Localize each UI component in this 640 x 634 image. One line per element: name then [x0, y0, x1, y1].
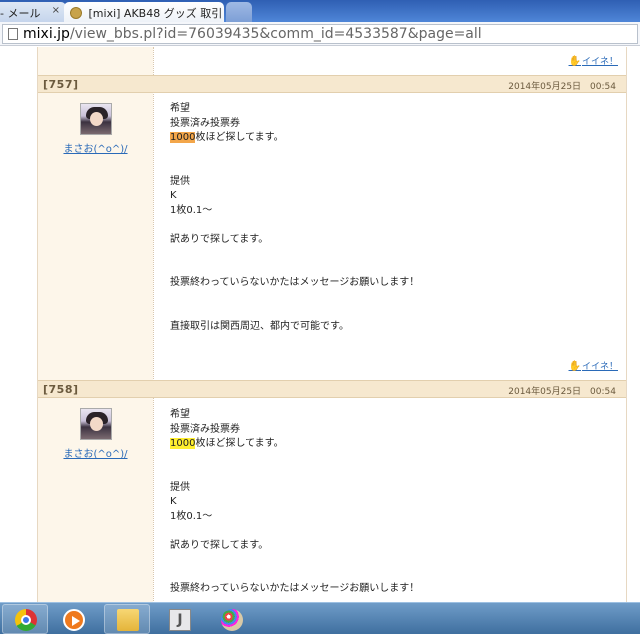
- avatar[interactable]: [80, 103, 112, 135]
- post-line: [170, 262, 610, 277]
- post-line: K: [170, 190, 177, 201]
- taskbar-j-button[interactable]: J: [156, 604, 202, 634]
- close-tab-icon[interactable]: ×: [52, 5, 60, 16]
- tab-mixi-bbs[interactable]: [mixi] AKB48 グッズ 取引: [64, 2, 224, 22]
- post-line: [170, 146, 610, 161]
- chrome-icon: [15, 609, 37, 631]
- media-player-icon: [63, 609, 85, 631]
- post-line: 投票終わっていらないかたはメッセージお願いします！: [170, 583, 420, 594]
- thumbs-up-icon: ✋: [568, 361, 581, 372]
- post-line: K: [170, 496, 177, 507]
- post-header: [758] 2014年05月25日 00:54: [38, 380, 626, 398]
- post-header: [757] 2014年05月25日 00:54: [38, 75, 626, 93]
- browser-tab-strip: - メール × [mixi] AKB48 グッズ 取引: [0, 0, 640, 22]
- file-explorer-icon: [117, 609, 139, 631]
- like-link[interactable]: ✋イイネ！: [569, 359, 618, 372]
- page-content: ✋イイネ！ [757] 2014年05月25日 00:54 まさお(^o^)/ …: [0, 47, 640, 602]
- j-app-icon: J: [169, 609, 191, 631]
- taskbar-chrome-button[interactable]: [2, 604, 48, 634]
- page-icon: [8, 28, 18, 40]
- post-line: [170, 160, 610, 175]
- paint-icon: [221, 609, 243, 631]
- post-line: 投票済み投票券: [170, 117, 240, 129]
- mixi-favicon-icon: [70, 7, 82, 19]
- post-line: 1枚0.1〜: [170, 510, 213, 522]
- browser-toolbar: mixi.jp/view_bbs.pl?id=76039435&comm_id=…: [0, 22, 640, 46]
- search-highlight: 1000: [170, 438, 196, 449]
- post-body: 希望 投票済み投票券 1000枚ほど探してます。 提供 K 1枚0.1〜 訳ありで探してます…: [170, 102, 610, 334]
- post-line: 1000枚ほど探してます。: [170, 437, 610, 452]
- post-line: [170, 553, 610, 568]
- post-line: [170, 305, 610, 320]
- search-highlight: 1000: [170, 132, 196, 143]
- post-line: [170, 466, 610, 481]
- thumbs-up-icon: ✋: [568, 56, 581, 67]
- post-line: 希望: [170, 409, 190, 420]
- post-date: 2014年05月25日 00:54: [508, 82, 616, 92]
- post-line: 提供: [170, 481, 190, 493]
- post-line: 訳ありで探してます。: [170, 233, 269, 245]
- post-body: 希望 投票済み投票券 1000枚ほど探してます。 提供 K 1枚0.1〜 訳ありで探してます…: [170, 408, 610, 597]
- like-link[interactable]: ✋イイネ！: [569, 54, 618, 67]
- post-number: [758]: [43, 383, 79, 396]
- post-line: 直接取引は関西周辺、都内で可能です。: [170, 320, 349, 332]
- url-path: /view_bbs.pl?id=76039435&comm_id=4533587…: [69, 26, 482, 42]
- post-line: 訳ありで探してます。: [170, 539, 269, 551]
- tab-title: - メール: [0, 7, 41, 20]
- post-line: 1000枚ほど探してます。: [170, 131, 610, 146]
- post-line: 希望: [170, 103, 190, 114]
- post-line-text: 枚ほど探してます。: [195, 438, 284, 449]
- author-name-link[interactable]: まさお(^o^)/: [38, 140, 153, 155]
- address-bar[interactable]: mixi.jp/view_bbs.pl?id=76039435&comm_id=…: [2, 24, 638, 44]
- url-host: mixi.jp: [23, 26, 70, 42]
- tab-title: [mixi] AKB48 グッズ 取引: [88, 7, 223, 20]
- post-line: 1枚0.1〜: [170, 204, 213, 216]
- bbs-board: ✋イイネ！ [757] 2014年05月25日 00:54 まさお(^o^)/ …: [37, 47, 627, 602]
- post-line: [170, 452, 610, 467]
- post-date: 2014年05月25日 00:54: [508, 387, 616, 397]
- post-line: 提供: [170, 175, 190, 187]
- taskbar: J: [0, 602, 640, 634]
- new-tab-button[interactable]: [226, 2, 252, 22]
- post-line: [170, 568, 610, 583]
- post-line: [170, 524, 610, 539]
- post-line: 投票済み投票券: [170, 423, 240, 435]
- post-line: [170, 218, 610, 233]
- author-name-link[interactable]: まさお(^o^)/: [38, 445, 153, 460]
- post-line: 投票終わっていらないかたはメッセージお願いします！: [170, 277, 420, 288]
- taskbar-explorer-button[interactable]: [104, 604, 150, 634]
- avatar[interactable]: [80, 408, 112, 440]
- post-line: [170, 247, 610, 262]
- taskbar-paint-button[interactable]: [208, 604, 254, 634]
- taskbar-media-button[interactable]: [50, 604, 96, 634]
- post-line: [170, 291, 610, 306]
- column-divider: [153, 47, 154, 602]
- post-line-text: 枚ほど探してます。: [195, 132, 284, 143]
- tab-mail[interactable]: - メール ×: [0, 2, 66, 22]
- post-number: [757]: [43, 78, 79, 91]
